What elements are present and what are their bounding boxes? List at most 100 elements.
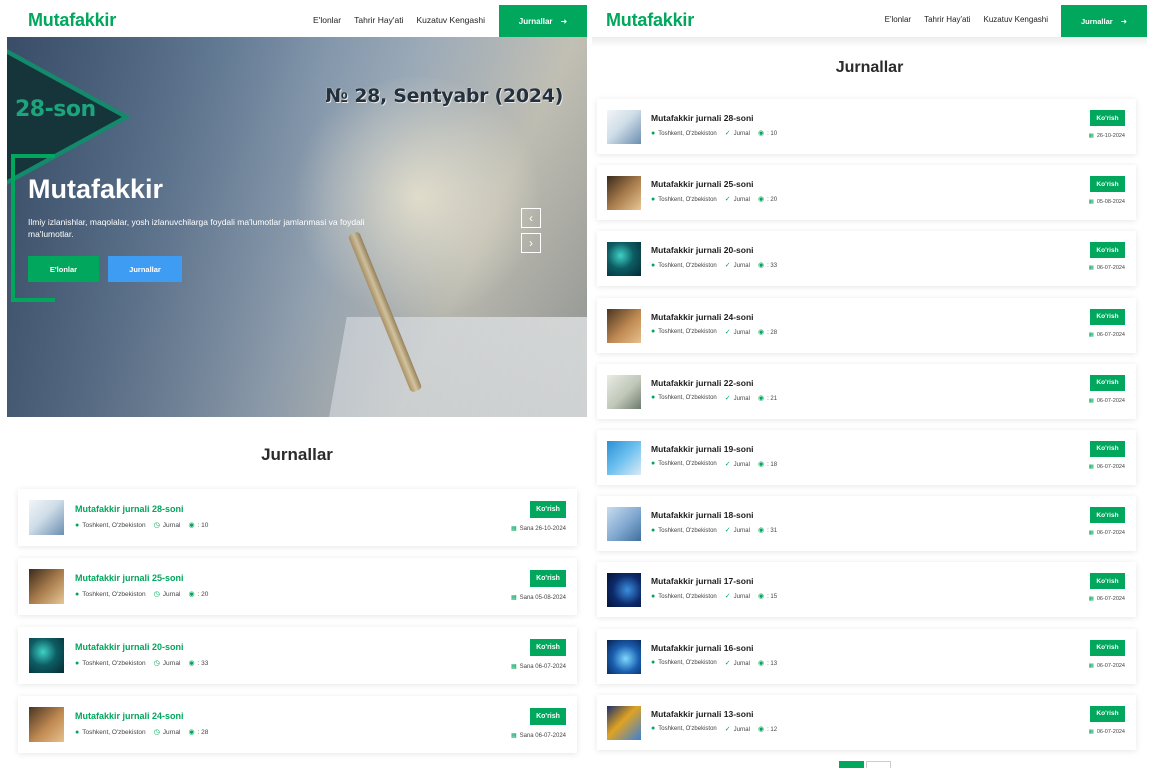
journal-card[interactable]: Mutafakkir jurnali 20-soni ● Toshkent, O'z… xyxy=(597,231,1136,287)
journal-title[interactable]: Mutafakkir jurnali 24-soni xyxy=(651,312,754,322)
view-button[interactable]: Ko'rish xyxy=(1090,573,1125,590)
journal-title[interactable]: Mutafakkir jurnali 18-soni xyxy=(651,510,754,520)
journal-card[interactable]: Mutafakkir jurnali 20-soni ● Toshkent, O'z… xyxy=(18,627,577,684)
journal-card[interactable]: Mutafakkir jurnali 22-soni ● Toshkent, O'z… xyxy=(597,363,1136,419)
site-logo[interactable]: Mutafakkir xyxy=(28,10,116,31)
journal-list: Mutafakkir jurnali 28-soni ● Toshkent, O'z… xyxy=(18,489,577,765)
journal-title[interactable]: Mutafakkir jurnali 28-soni xyxy=(75,504,184,514)
view-button[interactable]: Ko'rish xyxy=(1090,110,1125,126)
journal-title[interactable]: Mutafakkir jurnali 25-soni xyxy=(651,179,754,189)
nav-jurnallar-button[interactable]: Jurnallar ➜ xyxy=(1061,5,1147,37)
journal-title[interactable]: Mutafakkir jurnali 20-soni xyxy=(75,642,184,652)
view-button[interactable]: Ko'rish xyxy=(1090,507,1125,524)
view-button[interactable]: Ko'rish xyxy=(1090,176,1125,193)
views-meta: ◉: 12 xyxy=(758,725,777,733)
calendar-icon: ▦ xyxy=(1088,199,1094,206)
journal-card[interactable]: Mutafakkir jurnali 28-soni ● Toshkent, O'z… xyxy=(18,489,577,546)
journal-date: ▦ 06-07-2024 xyxy=(1089,596,1125,602)
type-meta: ✓ Jurnal xyxy=(725,526,750,534)
type-meta: ✓ Jurnal xyxy=(725,592,750,600)
view-button[interactable]: Ko'rish xyxy=(1090,308,1125,325)
nav-jurnallar-button[interactable]: Jurnallar ➜ xyxy=(499,5,587,37)
journal-card[interactable]: Mutafakkir jurnali 25-soni ● Toshkent, O'z… xyxy=(597,165,1136,221)
journal-title[interactable]: Mutafakkir jurnali 17-soni xyxy=(651,576,754,586)
chevron-right-icon[interactable]: › xyxy=(521,233,541,253)
calendar-icon: ▦ xyxy=(1088,331,1094,338)
journal-thumbnail[interactable] xyxy=(29,707,64,742)
nav-link-kuzatuv-kengashi[interactable]: Kuzatuv Kengashi xyxy=(416,15,485,25)
location-text: Toshkent, O'zbekiston xyxy=(658,196,717,203)
location-text: Toshkent, O'zbekiston xyxy=(658,329,717,336)
calendar-icon: ▦ xyxy=(1088,397,1094,404)
journal-thumbnail[interactable] xyxy=(607,705,641,740)
map-pin-icon: ● xyxy=(75,659,80,667)
view-button[interactable]: Ko'rish xyxy=(530,501,566,518)
hero-banner: 28-son № 28, Sentyabr (2024) Mutafakkir … xyxy=(7,37,587,417)
view-button[interactable]: Ko'rish xyxy=(1090,705,1125,722)
journal-thumbnail[interactable] xyxy=(607,308,641,343)
nav-link-tahrir-hayati[interactable]: Tahrir Hay'ati xyxy=(354,15,403,25)
calendar-icon: ▦ xyxy=(510,595,517,601)
journal-card[interactable]: Mutafakkir jurnali 25-soni ● Toshkent, O'z… xyxy=(18,558,577,615)
journal-thumbnail[interactable] xyxy=(607,374,641,409)
map-pin-icon: ● xyxy=(651,725,656,733)
nav-link-elonlar[interactable]: E'lonlar xyxy=(313,15,341,25)
view-button[interactable]: Ko'rish xyxy=(1090,440,1125,457)
chevron-left-icon[interactable]: ‹ xyxy=(521,208,541,228)
journal-card[interactable]: Mutafakkir jurnali 16-soni ● Toshkent, O'z… xyxy=(597,628,1136,684)
location-meta: ● Toshkent, O'zbekiston xyxy=(651,460,717,467)
journal-card[interactable]: Mutafakkir jurnali 18-soni ● Toshkent, O'z… xyxy=(597,496,1136,552)
journal-title[interactable]: Mutafakkir jurnali 16-soni xyxy=(651,643,754,653)
journal-thumbnail[interactable] xyxy=(607,639,641,674)
journal-card[interactable]: Mutafakkir jurnali 24-soni ● Toshkent, O'z… xyxy=(597,297,1136,353)
site-logo[interactable]: Mutafakkir xyxy=(606,10,694,31)
journal-card[interactable]: Mutafakkir jurnali 19-soni ● Toshkent, O'z… xyxy=(597,429,1136,485)
nav-link-elonlar[interactable]: E'lonlar xyxy=(885,15,911,24)
location-meta: ● Toshkent, O'zbekiston xyxy=(75,591,146,598)
views-meta: ◉: 20 xyxy=(758,195,777,203)
journal-title[interactable]: Mutafakkir jurnali 13-soni xyxy=(651,709,754,719)
journal-title[interactable]: Mutafakkir jurnali 25-soni xyxy=(75,573,184,583)
nav-link-kuzatuv-kengashi[interactable]: Kuzatuv Kengashi xyxy=(984,15,1049,24)
journal-thumbnail[interactable] xyxy=(29,569,64,604)
hero-jurnallar-button[interactable]: Jurnallar xyxy=(108,256,182,282)
journal-thumbnail[interactable] xyxy=(607,242,641,277)
journal-thumbnail[interactable] xyxy=(607,440,641,475)
view-button[interactable]: Ko'rish xyxy=(530,570,566,587)
view-button[interactable]: Ko'rish xyxy=(530,708,566,725)
view-button[interactable]: Ko'rish xyxy=(530,639,566,656)
journal-card[interactable]: Mutafakkir jurnali 28-soni ● Toshkent, O'z… xyxy=(597,99,1136,154)
journal-thumbnail[interactable] xyxy=(607,110,641,144)
journal-title[interactable]: Mutafakkir jurnali 24-soni xyxy=(75,711,184,721)
map-pin-icon: ● xyxy=(651,195,656,203)
pagination-page-active[interactable] xyxy=(839,761,864,768)
journal-thumbnail[interactable] xyxy=(29,638,64,673)
journal-title[interactable]: Mutafakkir jurnali 19-soni xyxy=(651,444,754,454)
journal-meta: ● Toshkent, O'zbekiston ✓ Jurnal ◉: 21 xyxy=(651,394,777,402)
journal-title[interactable]: Mutafakkir jurnali 28-soni xyxy=(651,113,754,123)
journal-thumbnail[interactable] xyxy=(607,507,641,542)
view-button[interactable]: Ko'rish xyxy=(1090,242,1125,259)
journal-title[interactable]: Mutafakkir jurnali 22-soni xyxy=(651,378,754,388)
journal-card[interactable]: Mutafakkir jurnali 17-soni ● Toshkent, O'z… xyxy=(597,562,1136,618)
view-button[interactable]: Ko'rish xyxy=(1090,374,1125,391)
journal-date: ▦ 06-07-2024 xyxy=(1089,663,1125,669)
journal-thumbnail[interactable] xyxy=(607,176,641,211)
check-icon: ✓ xyxy=(724,460,731,468)
top-navbar: Mutafakkir E'lonlar Tahrir Hay'ati Kuzat… xyxy=(7,5,587,37)
journal-thumbnail[interactable] xyxy=(29,500,64,535)
type-meta: ✓ Jurnal xyxy=(725,659,750,667)
journal-thumbnail[interactable] xyxy=(607,573,641,608)
journal-meta: ● Toshkent, O'zbekiston ◷ Jurnal ◉: 10 xyxy=(75,521,208,530)
view-button[interactable]: Ko'rish xyxy=(1090,639,1125,656)
journal-card[interactable]: Mutafakkir jurnali 13-soni ● Toshkent, O'z… xyxy=(597,694,1136,750)
hero-elonlar-button[interactable]: E'lonlar xyxy=(28,256,99,282)
location-meta: ● Toshkent, O'zbekiston xyxy=(651,262,717,269)
journal-card[interactable]: Mutafakkir jurnali 24-soni ● Toshkent, O'z… xyxy=(18,696,577,753)
nav-link-tahrir-hayati[interactable]: Tahrir Hay'ati xyxy=(924,15,970,24)
location-meta: ● Toshkent, O'zbekiston xyxy=(651,196,717,203)
pagination-page[interactable] xyxy=(866,761,891,768)
views-meta: ◉: 28 xyxy=(188,728,208,736)
nav-jurnallar-label: Jurnallar xyxy=(518,16,553,26)
journal-title[interactable]: Mutafakkir jurnali 20-soni xyxy=(651,245,754,255)
